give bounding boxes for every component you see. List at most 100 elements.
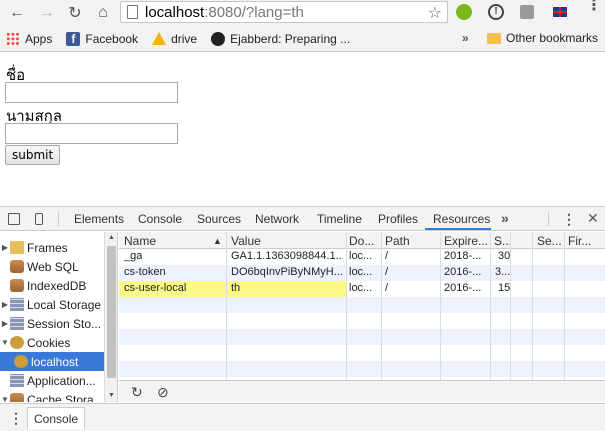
apps-icon: [6, 31, 20, 46]
column-header-value[interactable]: Value: [231, 234, 261, 248]
collapse-arrow-icon[interactable]: ▼: [0, 338, 10, 347]
cell-value: DO6bqInvPiByNMyH...: [231, 266, 343, 278]
reload-icon[interactable]: ↻: [64, 2, 86, 24]
scrollbar-thumb[interactable]: [107, 246, 116, 378]
address-bar[interactable]: localhost:8080/?lang=th ☆: [120, 1, 448, 23]
tab-profiles[interactable]: Profiles: [378, 212, 418, 226]
uk-flag-icon[interactable]: [553, 7, 567, 17]
bookmark-ejabberd[interactable]: Ejabberd: Preparing ...: [211, 31, 350, 46]
column-divider: [564, 232, 565, 380]
cell-size: 3...: [495, 266, 511, 278]
devtools-panel: Elements Console Sources Network Timelin…: [0, 206, 605, 431]
tab-timeline[interactable]: Timeline: [317, 212, 362, 226]
column-header-path[interactable]: Path: [385, 234, 410, 248]
column-divider: [440, 232, 441, 380]
home-icon[interactable]: ⌂: [92, 2, 114, 24]
column-divider: [346, 232, 347, 380]
drive-icon: [152, 32, 167, 45]
cell-expires: 2016-...: [444, 266, 482, 278]
grid-icon: [10, 374, 24, 387]
column-header-secure[interactable]: Se...: [537, 234, 562, 248]
active-tab-indicator: [425, 228, 491, 230]
divider: [58, 212, 59, 226]
divider: [548, 212, 549, 226]
cell-expires: 2016-...: [444, 282, 482, 294]
url-text: localhost:8080/?lang=th: [145, 3, 304, 21]
refresh-icon[interactable]: ↻: [131, 384, 143, 401]
cell-path: /: [385, 250, 389, 262]
sidebar-item-local-storage[interactable]: ▶ Local Storage: [0, 295, 104, 314]
drawer-tab-console[interactable]: Console: [27, 407, 86, 429]
forward-arrow-icon[interactable]: →: [36, 2, 58, 24]
column-header-domain[interactable]: Do...: [349, 234, 374, 248]
grid-icon: [10, 317, 24, 330]
cell-path: /: [385, 266, 389, 278]
cell-domain: loc...: [349, 250, 373, 262]
bookmark-facebook[interactable]: f Facebook: [66, 31, 138, 46]
extension-green-icon[interactable]: [456, 4, 472, 20]
extension-database-icon[interactable]: [520, 5, 534, 19]
cell-value: th: [231, 282, 241, 294]
device-mode-icon[interactable]: [35, 213, 43, 225]
other-bookmarks[interactable]: Other bookmarks: [487, 31, 598, 45]
drawer-menu-icon[interactable]: ⋮: [9, 410, 23, 427]
cookie-icon: [10, 336, 24, 349]
resources-sidebar: ▶ Frames Web SQL IndexedDB ▶ Local Stora…: [0, 232, 118, 402]
tab-resources[interactable]: Resources: [433, 212, 490, 226]
tab-elements[interactable]: Elements: [74, 212, 124, 226]
cell-expires: 2018-...: [444, 250, 482, 262]
extension-info-icon[interactable]: !: [488, 4, 504, 20]
column-divider: [490, 232, 491, 380]
back-arrow-icon[interactable]: ←: [6, 2, 28, 24]
sidebar-scrollbar[interactable]: ▲ ▼: [104, 232, 117, 402]
sidebar-item-session-storage[interactable]: ▶ Session Sto...: [0, 314, 104, 333]
last-name-input[interactable]: [5, 123, 178, 144]
sidebar-item-cache-storage[interactable]: ▼ Cache Stora...: [0, 390, 104, 402]
sidebar-item-application-cache[interactable]: Application...: [0, 371, 104, 390]
cookies-toolbar: ↻ ⊘: [119, 380, 605, 402]
bookmark-star-icon[interactable]: ☆: [428, 3, 442, 23]
scroll-down-icon[interactable]: ▼: [108, 392, 115, 399]
database-icon: [10, 279, 24, 292]
sidebar-item-localhost[interactable]: localhost: [0, 352, 104, 371]
sidebar-item-web-sql[interactable]: Web SQL: [0, 257, 104, 276]
page-icon: [127, 5, 138, 19]
sidebar-item-indexeddb[interactable]: IndexedDB: [0, 276, 104, 295]
bookmark-apps[interactable]: Apps: [6, 31, 52, 46]
grid-icon: [10, 298, 24, 311]
tab-console[interactable]: Console: [138, 212, 182, 226]
github-icon: [211, 31, 226, 46]
devtools-tabbar: Elements Console Sources Network Timelin…: [0, 207, 605, 231]
cell-name: cs-user-local: [124, 282, 187, 294]
expand-arrow-icon[interactable]: ▶: [0, 319, 10, 328]
submit-button[interactable]: submit: [5, 145, 61, 165]
tab-network[interactable]: Network: [255, 212, 299, 226]
column-header-name[interactable]: Name: [124, 234, 156, 248]
column-header-first-party[interactable]: Fir...: [568, 234, 591, 248]
cookies-table: Name ▲ Value Do... Path Expire... S... S…: [119, 232, 605, 380]
expand-arrow-icon[interactable]: ▶: [0, 243, 10, 252]
scroll-up-icon[interactable]: ▲: [108, 234, 115, 241]
sidebar-item-cookies[interactable]: ▼ Cookies: [0, 333, 104, 352]
sort-ascending-icon[interactable]: ▲: [213, 236, 222, 246]
database-icon: [10, 393, 24, 402]
cell-size: 15: [498, 282, 511, 294]
more-tabs-button[interactable]: »: [501, 210, 509, 226]
column-divider: [381, 232, 382, 380]
cell-domain: loc...: [349, 282, 373, 294]
clear-all-icon[interactable]: ⊘: [157, 384, 169, 401]
sidebar-item-frames[interactable]: ▶ Frames: [0, 238, 104, 257]
first-name-input[interactable]: [5, 82, 178, 103]
inspect-element-icon[interactable]: [8, 213, 20, 225]
bookmarks-overflow-button[interactable]: »: [462, 31, 469, 45]
tab-sources[interactable]: Sources: [197, 212, 241, 226]
expand-arrow-icon[interactable]: ▶: [0, 300, 10, 309]
page-content: ชื่อ นามสกุล submit: [0, 53, 605, 203]
bookmark-drive[interactable]: drive: [152, 32, 197, 46]
devtools-menu-icon[interactable]: ⋮: [562, 211, 576, 228]
facebook-icon: f: [66, 31, 81, 46]
close-icon[interactable]: ✕: [587, 210, 599, 227]
column-header-expires[interactable]: Expire...: [444, 234, 488, 248]
column-divider: [226, 232, 227, 380]
chrome-menu-icon[interactable]: ⋮: [586, 0, 602, 14]
